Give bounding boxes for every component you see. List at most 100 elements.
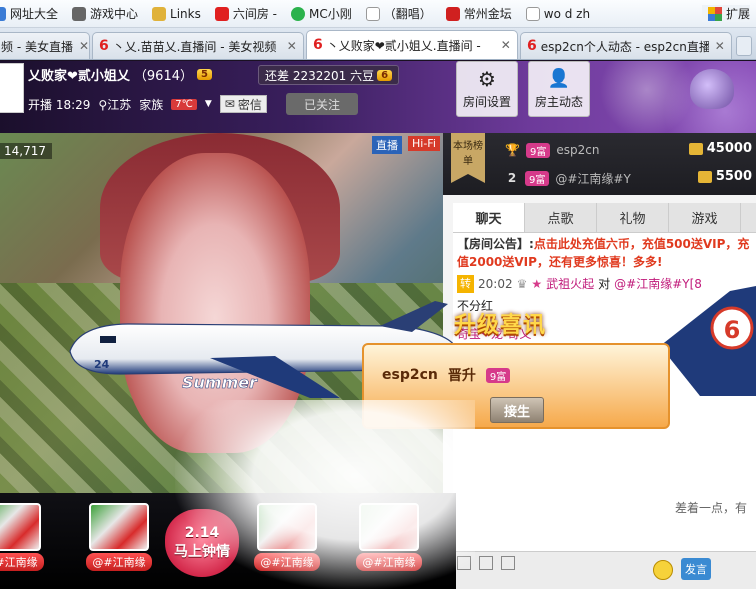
gift-strip: @#江南缘 @#江南缘 2.14 马上钟情 @#江南缘 @#江南缘: [0, 493, 456, 589]
gift-item[interactable]: @#江南缘: [82, 503, 156, 581]
ranking-value: 5500: [697, 169, 752, 184]
gift-item[interactable]: @#江南缘: [0, 503, 48, 581]
tab-2[interactable]: 6 丶乂.苗苗乂.直播间 - 美女视频 ✕: [92, 32, 304, 59]
valentine-gift[interactable]: 2.14 马上钟情: [165, 509, 239, 577]
bookmark-cover[interactable]: （翻唱）: [365, 5, 432, 22]
followed-button[interactable]: 已关注: [286, 93, 358, 115]
airplane-tail: 6: [660, 286, 756, 396]
bookmark-icon: [0, 6, 6, 21]
coins-icon: [688, 142, 703, 155]
chevron-down-icon[interactable]: ▼: [205, 99, 212, 109]
six-rooms-icon: 6: [724, 316, 741, 344]
ranking-name: @#江南缘#Y: [555, 171, 631, 186]
location-pin-icon: ⚲: [98, 97, 108, 112]
gift-image: [89, 503, 149, 551]
hifi-tag[interactable]: Hi-Fi: [408, 136, 440, 151]
grid-icon: [707, 6, 722, 21]
congrats-button[interactable]: 接生: [490, 397, 544, 423]
forum-icon: [445, 6, 460, 21]
bookmark-nav[interactable]: 网址大全: [0, 5, 58, 22]
message-user[interactable]: 武祖火起: [546, 275, 594, 293]
ranking-name: esp2cn: [556, 143, 600, 157]
gift-item[interactable]: @#江南缘: [250, 503, 324, 581]
ranking-row[interactable]: 🏆 9富 esp2cn: [505, 139, 599, 161]
close-icon[interactable]: ✕: [79, 39, 89, 53]
wealth-badge: 9富: [525, 142, 551, 158]
room-notice[interactable]: 【房间公告】:点击此处充值六币，充值500送VIP，充值2000送VIP，还有更…: [453, 233, 756, 273]
room-title: 乂败家❤贰小姐乂 （9614） 5: [28, 65, 212, 84]
upgrade-popup: 升级喜讯 esp2cn 晋升 9富 接生: [362, 305, 670, 429]
close-icon[interactable]: ✕: [287, 39, 297, 53]
avatar[interactable]: [0, 63, 24, 113]
plane-text: Summer: [182, 373, 258, 392]
close-icon[interactable]: ✕: [715, 39, 725, 53]
upgrade-line: esp2cn 晋升 9富: [382, 365, 511, 385]
wealth-badge: 9富: [485, 367, 511, 383]
owner-feed-button[interactable]: 👤 房主动态: [528, 61, 590, 117]
upgrade-action: 晋升: [447, 368, 476, 384]
six-rooms-icon: 6: [313, 37, 323, 53]
tab-chat[interactable]: 聊天: [453, 203, 525, 232]
ranking-board: 本场榜单 🏆 9富 esp2cn 45000 2 9富 @#江南缘#Y 5500: [443, 133, 756, 195]
transfer-tag: 转: [457, 275, 474, 293]
bookmark-wo[interactable]: wo d zh: [525, 6, 590, 21]
send-button[interactable]: 发言: [681, 558, 711, 580]
chat-hint: 差着一点，有: [675, 501, 748, 515]
ranking-position: 2: [507, 171, 517, 185]
heart-decoration: [690, 69, 734, 109]
wealth-badge: 9富: [525, 170, 550, 186]
tab-strip: 频 - 美女直播 ✕ 6 丶乂.苗苗乂.直播间 - 美女视频 ✕ 6 丶乂败家❤贰小姐乂…: [0, 28, 756, 60]
gift-image: [359, 503, 419, 551]
gift-item[interactable]: @#江南缘: [352, 503, 426, 581]
gift-image: [257, 503, 317, 551]
bookmarks-bar: 网址大全 游戏中心 Links 六间房 - MC小刚 （翻唱） 常州金坛 wo …: [0, 0, 756, 28]
room-settings-button[interactable]: ⚙ 房间设置: [456, 61, 518, 117]
gamepad-icon: [72, 6, 87, 21]
bookmark-6rooms[interactable]: 六间房 -: [214, 5, 277, 22]
live-time: 开播 18:29: [28, 97, 91, 112]
level-progress: 还差 2232201 六豆 6: [258, 65, 400, 85]
bookmark-links[interactable]: Links: [152, 6, 201, 21]
tab-3[interactable]: 6 丶乂败家❤贰小姐乂.直播间 - ✕: [306, 30, 518, 59]
tab-games[interactable]: 游戏: [669, 203, 741, 232]
bookmark-jintan[interactable]: 常州金坛: [445, 5, 512, 22]
bookmark-mc[interactable]: MC小刚: [291, 5, 352, 22]
ranking-value: 45000: [688, 141, 752, 156]
envelope-icon: ✉: [224, 97, 235, 111]
gear-icon: ⚙: [478, 66, 496, 91]
upgrade-box: esp2cn 晋升 9富 接生: [362, 343, 670, 429]
live-tag[interactable]: 直播: [372, 136, 402, 154]
bookmark-games[interactable]: 游戏中心: [72, 5, 138, 22]
page-icon: [365, 6, 380, 21]
folder-icon: [152, 6, 167, 21]
image-icon[interactable]: [457, 556, 471, 570]
close-icon[interactable]: ✕: [501, 38, 511, 52]
host-level-badge: 5: [197, 69, 212, 80]
mail-button[interactable]: ✉ 密信: [219, 95, 267, 113]
gift-image: [0, 503, 41, 551]
five-icon: [291, 6, 306, 21]
six-rooms-icon: 6: [527, 38, 537, 54]
trophy-icon: 🏆: [505, 143, 520, 157]
chat-tools: [453, 552, 519, 574]
tab-4[interactable]: 6 esp2cn个人动态 - esp2cn直播 ✕: [520, 32, 732, 59]
coins-icon: [697, 170, 712, 183]
image-icon[interactable]: [501, 556, 515, 570]
six-rooms-icon: 6: [99, 38, 109, 54]
page-icon: [525, 6, 540, 21]
image-icon[interactable]: [479, 556, 493, 570]
message-time: 20:02: [478, 277, 513, 291]
tab-gifts[interactable]: 礼物: [597, 203, 669, 232]
room-id: （9614）: [133, 69, 193, 84]
upgrade-user[interactable]: esp2cn: [382, 367, 438, 383]
smiley-icon[interactable]: [653, 560, 673, 580]
ranking-row[interactable]: 2 9富 @#江南缘#Y: [505, 167, 631, 189]
viewer-count: 14,717: [0, 143, 52, 159]
tab-songs[interactable]: 点歌: [525, 203, 597, 232]
new-tab-button[interactable]: [736, 36, 752, 56]
room-header: 乂败家❤贰小姐乂 （9614） 5 还差 2232201 六豆 6 开播 18:…: [0, 61, 756, 133]
extensions-button[interactable]: 扩展: [701, 5, 750, 22]
temperature-badge: 7℃: [171, 98, 197, 110]
location: ⚲江苏: [98, 97, 132, 112]
tab-1[interactable]: 频 - 美女直播 ✕: [0, 32, 90, 59]
